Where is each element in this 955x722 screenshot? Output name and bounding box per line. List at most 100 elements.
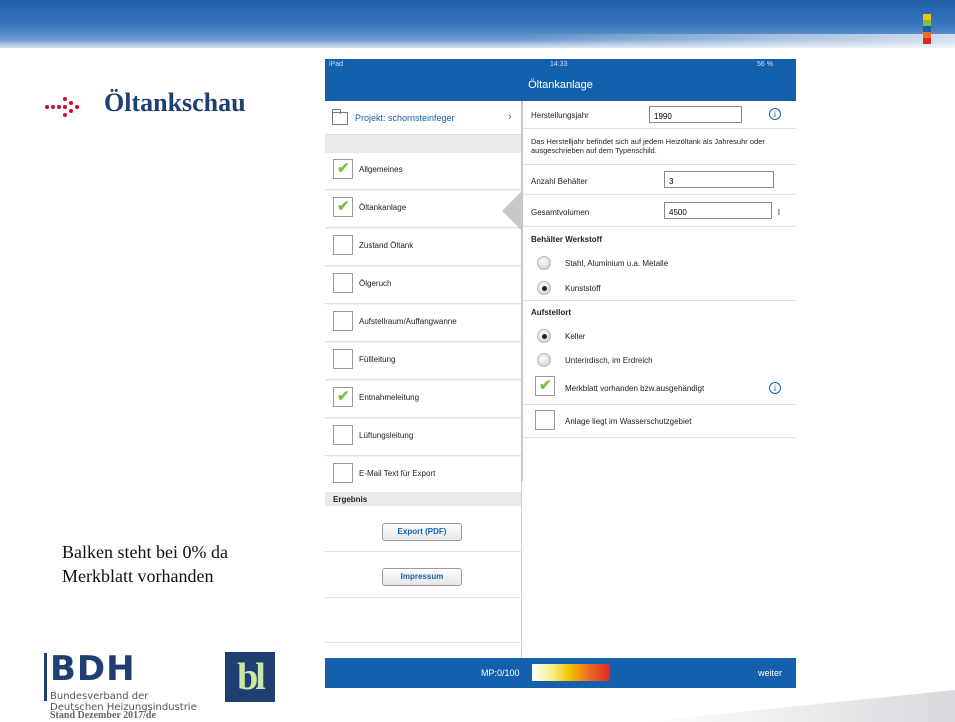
progress-gradient-bar	[532, 664, 610, 681]
check-icon: ✔	[337, 160, 350, 177]
device-label: iPad	[329, 61, 344, 68]
info-icon[interactable]: i	[769, 382, 781, 394]
divider	[325, 551, 521, 552]
bdh-mark: BDH	[50, 649, 136, 689]
nav-bar: Öltankanlage	[325, 71, 796, 101]
checkbox[interactable]	[333, 425, 353, 445]
checkbox[interactable]: ✔	[333, 159, 353, 179]
volume-label: Gesamtvolumen	[531, 208, 590, 217]
selection-pointer-icon	[502, 192, 521, 230]
bottom-swoosh	[640, 690, 955, 722]
year-row: Herstellungsjahr i	[523, 101, 796, 129]
year-label: Herstellungsjahr	[531, 111, 589, 120]
sidebar-item-label: Aufstellraum/Auffangwanne	[359, 317, 457, 326]
wasserschutz-checkbox[interactable]	[535, 410, 555, 430]
status-bar: iPad 14:33 56 %	[325, 59, 796, 71]
check-icon: ✔	[337, 388, 350, 405]
nav-title: Öltankanlage	[528, 79, 593, 91]
volume-unit: l	[778, 208, 780, 217]
sidebar-item-label: Öltankanlage	[359, 203, 407, 212]
color-stripes-logo	[923, 14, 931, 48]
hint-row: Das Herstelljahr befindet sich auf jedem…	[523, 129, 796, 165]
year-input[interactable]	[649, 106, 742, 123]
folder-icon	[332, 109, 348, 125]
sidebar-item-label: Allgemeines	[359, 165, 403, 174]
radio-keller[interactable]	[537, 329, 551, 343]
section-header-werkstoff: Behälter Werkstoff	[531, 235, 602, 244]
project-label: Projekt: schornsteinfeger	[355, 113, 455, 123]
check-icon: ✔	[337, 198, 350, 215]
sidebar-item-label: Entnahmeleitung	[359, 393, 420, 402]
impressum-button[interactable]: Impressum	[382, 568, 462, 586]
caption-line: Balken steht bei 0% da	[62, 542, 228, 562]
dots-logo-icon	[45, 97, 79, 117]
volume-row: Gesamtvolumen l	[523, 195, 796, 227]
bdh-logo: BDH Bundesverband der Deutschen Heizungs…	[44, 649, 197, 713]
year-hint: Das Herstelljahr befindet sich auf jedem…	[531, 137, 765, 155]
radio-label: Kunststoff	[565, 284, 601, 293]
bottom-toolbar: MP:0/100 weiter	[325, 658, 796, 688]
next-button[interactable]: weiter	[758, 668, 782, 678]
status-time: 14:33	[550, 61, 568, 68]
volume-input[interactable]	[664, 202, 772, 219]
checkbox[interactable]	[333, 463, 353, 483]
section-header-aufstellort: Aufstellort	[531, 308, 571, 317]
count-label: Anzahl Behälter	[531, 177, 588, 186]
checkbox[interactable]	[333, 273, 353, 293]
checkbox[interactable]	[333, 311, 353, 331]
merkblatt-label: Merkblatt vorhanden bzw.ausgehändigt	[565, 384, 705, 393]
radio-kunststoff[interactable]	[537, 281, 551, 295]
merkblatt-row: ✔ Merkblatt vorhanden bzw.ausgehändigt i	[523, 370, 796, 405]
sidebar-item-email-text[interactable]: E-Mail Text für Export	[325, 457, 521, 494]
merkblatt-checkbox[interactable]: ✔	[535, 376, 555, 396]
sidebar-item-label: E-Mail Text für Export	[359, 469, 436, 478]
checkbox[interactable]: ✔	[333, 197, 353, 217]
count-row: Anzahl Behälter	[523, 165, 796, 195]
date-footer: Stand Dezember 2017/de	[50, 710, 156, 721]
checkbox[interactable]: ✔	[333, 387, 353, 407]
ipad-screen: iPad 14:33 56 % Öltankanlage Projekt: sc…	[325, 59, 796, 688]
checkbox[interactable]	[333, 235, 353, 255]
slide-caption: Balken steht bei 0% da Merkblatt vorhand…	[62, 540, 228, 588]
chevron-right-icon: ›	[508, 111, 512, 123]
caption-line: Merkblatt vorhanden	[62, 566, 214, 586]
sidebar-item-zustand-oeltank[interactable]: Zustand Öltank	[325, 229, 521, 266]
sidebar-item-fuellleitung[interactable]: Füllleitung	[325, 343, 521, 380]
sidebar-item-label: Ölgeruch	[359, 279, 392, 288]
sidebar-item-oeltankanlage[interactable]: ✔ Öltankanlage	[325, 191, 521, 228]
battery-level: 56 %	[757, 61, 773, 68]
check-icon: ✔	[539, 377, 552, 394]
mp-score: MP:0/100	[481, 668, 520, 678]
bdh-bar	[44, 653, 47, 701]
sidebar-spacer	[325, 135, 521, 153]
radio-unterirdisch[interactable]	[537, 353, 551, 367]
divider	[523, 300, 796, 301]
sidebar-item-entnahmeleitung[interactable]: ✔ Entnahmeleitung	[325, 381, 521, 418]
divider	[325, 642, 521, 643]
divider	[325, 597, 521, 598]
radio-metal[interactable]	[537, 256, 551, 270]
sidebar-item-allgemeines[interactable]: ✔ Allgemeines	[325, 153, 521, 190]
section-header-ergebnis: Ergebnis	[325, 492, 521, 506]
radio-label: Keller	[565, 332, 586, 341]
sidebar: Projekt: schornsteinfeger › ✔ Allgemeine…	[325, 101, 521, 688]
export-pdf-button[interactable]: Export (PDF)	[382, 523, 462, 541]
sidebar-item-label: Füllleitung	[359, 355, 396, 364]
bdh-subtitle-line: Bundesverband der	[50, 691, 149, 702]
slide-title: Öltankschau	[104, 88, 246, 117]
wasserschutz-row: Anlage liegt im Wasserschutzgebiet	[523, 405, 796, 438]
banner-swoosh	[0, 40, 955, 54]
info-icon[interactable]: i	[769, 108, 781, 120]
radio-label: Stahl, Aluminium u.a. Metalle	[565, 259, 669, 268]
bl-logo: bl	[225, 652, 275, 702]
sidebar-item-aufstellraum[interactable]: Aufstellraum/Auffangwanne	[325, 305, 521, 342]
sidebar-item-oelgeruch[interactable]: Ölgeruch	[325, 267, 521, 304]
detail-form: Herstellungsjahr i Das Herstelljahr befi…	[523, 101, 796, 658]
project-row[interactable]: Projekt: schornsteinfeger ›	[325, 101, 521, 135]
count-input[interactable]	[664, 171, 774, 188]
wasserschutz-label: Anlage liegt im Wasserschutzgebiet	[565, 417, 692, 426]
sidebar-item-label: Zustand Öltank	[359, 241, 414, 250]
sidebar-item-label: Lüftungsleitung	[359, 431, 414, 440]
sidebar-item-lueftungsleitung[interactable]: Lüftungsleitung	[325, 419, 521, 456]
checkbox[interactable]	[333, 349, 353, 369]
